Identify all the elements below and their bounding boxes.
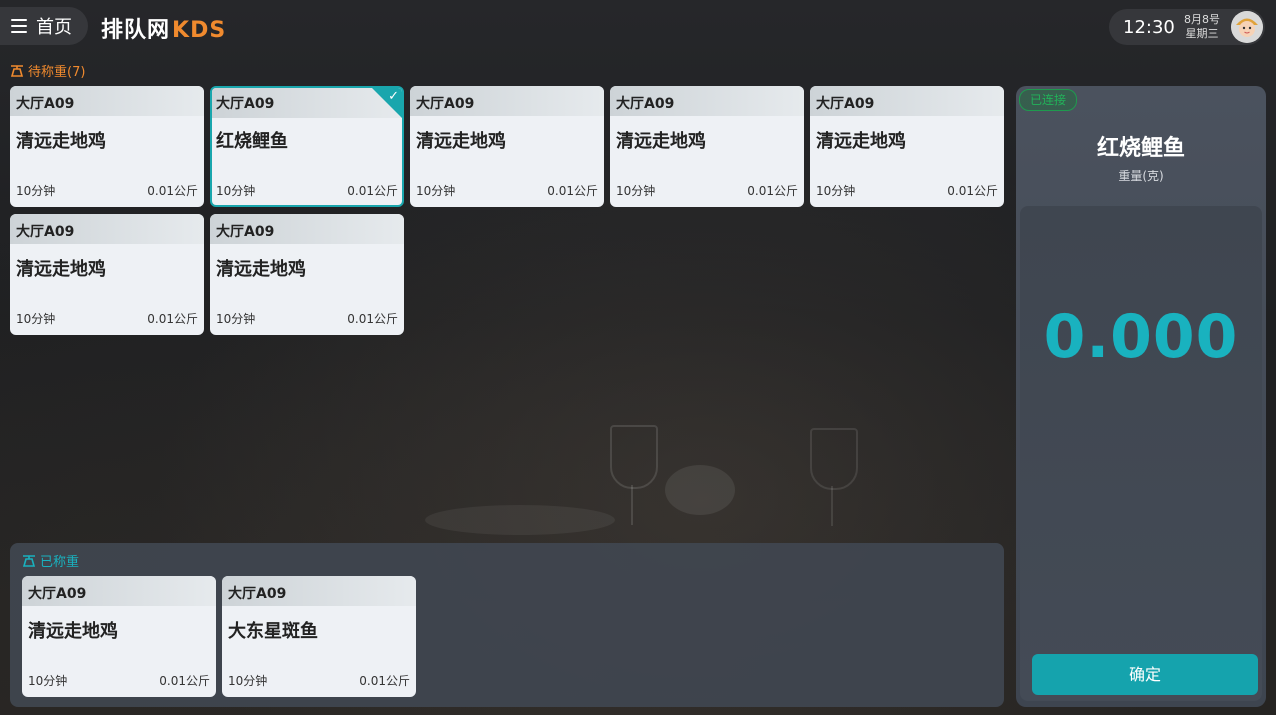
card-weight: 0.01公斤 (547, 184, 598, 198)
card-weight: 0.01公斤 (147, 184, 198, 198)
card-dish-name: 清远走地鸡 (616, 131, 706, 152)
card-dish-name: 清远走地鸡 (416, 131, 506, 152)
card-weight: 0.01公斤 (147, 312, 198, 326)
card-wait-time: 10分钟 (416, 184, 456, 198)
background-glass (610, 425, 658, 489)
clock-time: 12:30 (1123, 17, 1175, 38)
card-header: 大厅A09 (10, 86, 204, 116)
card-table-name: 大厅A09 (28, 586, 87, 602)
card-header: 大厅A09 (810, 86, 1004, 116)
confirm-button[interactable]: 确定 (1032, 654, 1258, 695)
card-wait-time: 10分钟 (16, 184, 56, 198)
order-card[interactable]: 大厅A09 清远走地鸡 10分钟 0.01公斤 (410, 86, 604, 207)
order-card[interactable]: 大厅A09 清远走地鸡 10分钟 0.01公斤 (10, 214, 204, 335)
home-button[interactable]: 首页 (0, 7, 88, 45)
card-table-name: 大厅A09 (216, 96, 275, 112)
card-weight: 0.01公斤 (947, 184, 998, 198)
order-card[interactable]: 大厅A09 清远走地鸡 10分钟 0.01公斤 (10, 86, 204, 207)
card-header: 大厅A09 (610, 86, 804, 116)
avatar[interactable] (1231, 11, 1263, 43)
clock-widget: 12:30 8月8号 星期三 (1109, 9, 1265, 45)
card-header: 大厅A09 (10, 214, 204, 244)
scale-dish-name: 红烧鲤鱼 (1096, 136, 1185, 161)
card-dish-name: 清远走地鸡 (16, 131, 106, 152)
card-wait-time: 10分钟 (816, 184, 856, 198)
card-wait-time: 10分钟 (28, 674, 68, 688)
card-weight: 0.01公斤 (359, 674, 410, 688)
clock-date: 8月8号 星期三 (1181, 13, 1223, 41)
card-header: 大厅A09 (22, 576, 216, 606)
home-label: 首页 (36, 17, 72, 38)
scale-display: 0.000 确定 (1020, 206, 1262, 701)
order-card[interactable]: 大厅A09 清远走地鸡 10分钟 0.01公斤 (610, 86, 804, 207)
scale-unit-label: 重量(克) (1118, 169, 1164, 183)
card-dish-name: 红烧鲤鱼 (216, 131, 288, 152)
connection-status-badge: 已连接 (1019, 89, 1078, 111)
card-header: 大厅A09 (410, 86, 604, 116)
date-text: 8月8号 (1184, 13, 1220, 26)
card-table-name: 大厅A09 (16, 96, 75, 112)
brand-logo: 排队网 KDS (101, 12, 226, 44)
order-card[interactable]: 大厅A09 大东星斑鱼 10分钟 0.01公斤 (222, 576, 416, 697)
background-plate (425, 505, 615, 535)
scale-weight-value: 0.000 (1043, 302, 1239, 372)
card-weight: 0.01公斤 (747, 184, 798, 198)
card-table-name: 大厅A09 (616, 96, 675, 112)
order-card[interactable]: 大厅A09 清远走地鸡 10分钟 0.01公斤 (210, 214, 404, 335)
weighed-section-title: 已称重 (22, 551, 79, 570)
card-table-name: 大厅A09 (16, 224, 75, 240)
card-table-name: 大厅A09 (216, 224, 275, 240)
card-wait-time: 10分钟 (216, 312, 256, 326)
weekday-text: 星期三 (1185, 27, 1219, 40)
pending-section-title: 待称重(7) (10, 61, 85, 80)
card-table-name: 大厅A09 (816, 96, 875, 112)
order-card[interactable]: 大厅A09 清远走地鸡 10分钟 0.01公斤 (22, 576, 216, 697)
card-weight: 0.01公斤 (347, 184, 398, 198)
card-dish-name: 清远走地鸡 (16, 259, 106, 280)
scale-icon (22, 554, 36, 567)
brand-kds: KDS (172, 18, 227, 43)
card-dish-name: 大东星斑鱼 (228, 621, 318, 642)
weighed-title-text: 已称重 (40, 555, 80, 570)
card-header: 大厅A09 (222, 576, 416, 606)
check-icon: ✓ (388, 89, 399, 104)
order-card[interactable]: 大厅A09 红烧鲤鱼 10分钟 0.01公斤 ✓ (210, 86, 404, 207)
brand-name: 排队网 (101, 18, 171, 43)
card-table-name: 大厅A09 (416, 96, 475, 112)
background-glass-stem (631, 485, 633, 525)
card-table-name: 大厅A09 (228, 586, 287, 602)
background-glass (810, 428, 858, 490)
pending-title-text: 待称重(7) (28, 65, 86, 80)
scale-icon (10, 64, 24, 77)
card-dish-name: 清远走地鸡 (216, 259, 306, 280)
card-dish-name: 清远走地鸡 (816, 131, 906, 152)
menu-icon (11, 19, 27, 33)
card-wait-time: 10分钟 (616, 184, 656, 198)
card-header: 大厅A09 (210, 214, 404, 244)
card-wait-time: 10分钟 (216, 184, 256, 198)
card-dish-name: 清远走地鸡 (28, 621, 118, 642)
card-weight: 0.01公斤 (347, 312, 398, 326)
order-card[interactable]: 大厅A09 清远走地鸡 10分钟 0.01公斤 (810, 86, 1004, 207)
card-wait-time: 10分钟 (228, 674, 268, 688)
scale-panel: 已连接 红烧鲤鱼 重量(克) 0.000 确定 (1016, 86, 1266, 707)
card-wait-time: 10分钟 (16, 312, 56, 326)
background-glass-stem (831, 486, 833, 526)
background-flower (665, 465, 735, 515)
card-weight: 0.01公斤 (159, 674, 210, 688)
